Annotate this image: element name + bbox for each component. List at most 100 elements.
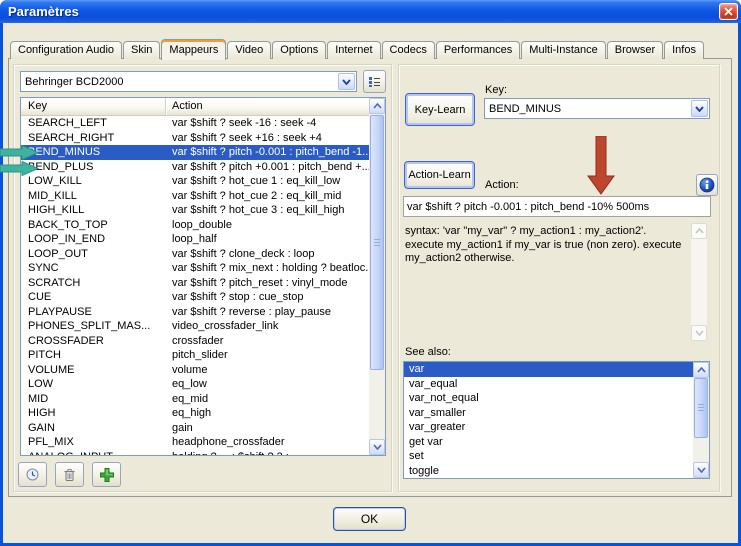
- row-action: var $shift ? pitch -0.001 : pitch_bend -…: [166, 145, 369, 160]
- column-header-key[interactable]: Key: [21, 98, 166, 115]
- teal-annotation-arrow: [0, 145, 39, 160]
- column-header-action[interactable]: Action: [166, 98, 369, 115]
- key-select[interactable]: BEND_MINUS: [484, 98, 710, 119]
- tab[interactable]: Internet: [327, 41, 380, 59]
- key-field-label: Key:: [485, 84, 507, 96]
- info-button[interactable]: [696, 174, 718, 196]
- table-row[interactable]: MID_KILL var $shift ? hot_cue 2 : eq_kil…: [21, 189, 369, 204]
- scrollbar-up-icon[interactable]: [369, 98, 385, 114]
- scrollbar-up-icon[interactable]: [693, 362, 709, 378]
- reset-mapping-button[interactable]: [18, 462, 47, 487]
- table-row[interactable]: BEND_MINUS var $shift ? pitch -0.001 : p…: [21, 145, 369, 160]
- scrollbar-thumb[interactable]: [694, 378, 708, 438]
- table-row[interactable]: BACK_TO_TOP loop_double: [21, 218, 369, 233]
- table-row[interactable]: SCRATCH var $shift ? pitch_reset : vinyl…: [21, 276, 369, 291]
- row-key: PFL_MIX: [21, 435, 166, 450]
- tab[interactable]: Browser: [607, 41, 663, 59]
- table-row[interactable]: BEND_PLUS var $shift ? pitch +0.001 : pi…: [21, 160, 369, 175]
- table-row[interactable]: PHONES_SPLIT_MAS... video_crossfader_lin…: [21, 319, 369, 334]
- table-row[interactable]: PLAYPAUSE var $shift ? reverse : play_pa…: [21, 305, 369, 320]
- row-action: var $shift ? pitch_reset : vinyl_mode: [166, 276, 369, 291]
- table-row[interactable]: HIGH eq_high: [21, 406, 369, 421]
- scrollbar-thumb[interactable]: [370, 115, 384, 370]
- tab[interactable]: Options: [272, 41, 326, 59]
- titlebar[interactable]: Paramètres: [0, 0, 741, 23]
- list-item[interactable]: var_equal: [404, 377, 693, 392]
- list-item-label: var: [409, 363, 424, 375]
- close-button[interactable]: [719, 3, 738, 20]
- key-learn-label: Key-Learn: [415, 104, 466, 116]
- tab[interactable]: Infos: [664, 41, 704, 59]
- scrollbar-down-icon[interactable]: [369, 439, 385, 455]
- device-select[interactable]: Behringer BCD2000: [20, 71, 357, 92]
- tab[interactable]: Configuration Audio: [10, 41, 122, 59]
- row-key: LOOP_IN_END: [21, 232, 166, 247]
- table-row[interactable]: CUE var $shift ? stop : cue_stop: [21, 290, 369, 305]
- tab-label: Performances: [444, 44, 512, 56]
- table-row[interactable]: SEARCH_LEFT var $shift ? seek -16 : seek…: [21, 116, 369, 131]
- action-input[interactable]: [403, 196, 711, 217]
- row-key: MID: [21, 392, 166, 407]
- table-row[interactable]: PFL_MIX headphone_crossfader: [21, 435, 369, 450]
- table-row[interactable]: SYNC var $shift ? mix_next : holding ? b…: [21, 261, 369, 276]
- row-action: video_crossfader_link: [166, 319, 369, 334]
- list-item[interactable]: set: [404, 449, 693, 464]
- table-row[interactable]: LOW_KILL var $shift ? hot_cue 1 : eq_kil…: [21, 174, 369, 189]
- list-item-label: var_smaller: [409, 407, 466, 419]
- row-key: ANALOG_INPUT: [21, 450, 166, 456]
- table-row[interactable]: LOW eq_low: [21, 377, 369, 392]
- row-key: SEARCH_RIGHT: [21, 131, 166, 146]
- list-item[interactable]: toggle: [404, 464, 693, 479]
- key-learn-button[interactable]: Key-Learn: [405, 93, 475, 126]
- chevron-down-icon[interactable]: [691, 100, 708, 117]
- tab-label: Codecs: [390, 44, 427, 56]
- action-learn-button[interactable]: Action-Learn: [404, 161, 475, 189]
- see-also-scrollbar[interactable]: [693, 362, 709, 478]
- ok-button[interactable]: OK: [333, 507, 406, 531]
- table-row[interactable]: CROSSFADER crossfader: [21, 334, 369, 349]
- list-item[interactable]: var_greater: [404, 420, 693, 435]
- scrollbar-down-icon[interactable]: [693, 462, 709, 478]
- table-row[interactable]: ANALOG_INPUT holding ? ... : $shift ? 2 …: [21, 450, 369, 456]
- row-action: var $shift ? hot_cue 2 : eq_kill_mid: [166, 189, 369, 204]
- row-action: var $shift ? seek +16 : seek +4: [166, 131, 369, 146]
- list-item-label: get var: [409, 436, 443, 448]
- tab[interactable]: Codecs: [382, 41, 435, 59]
- tab[interactable]: Mappeurs: [161, 39, 226, 60]
- row-action: crossfader: [166, 334, 369, 349]
- action-field-label: Action:: [485, 179, 519, 191]
- teal-annotation-arrow: [0, 161, 39, 176]
- table-row[interactable]: HIGH_KILL var $shift ? hot_cue 3 : eq_ki…: [21, 203, 369, 218]
- table-row[interactable]: VOLUME volume: [21, 363, 369, 378]
- tab[interactable]: Performances: [436, 41, 520, 59]
- table-row[interactable]: LOOP_OUT var $shift ? clone_deck : loop: [21, 247, 369, 262]
- table-row[interactable]: PITCH pitch_slider: [21, 348, 369, 363]
- tab[interactable]: Video: [227, 41, 271, 59]
- tab-label: Video: [235, 44, 263, 56]
- list-item[interactable]: var: [404, 362, 693, 377]
- key-action-list[interactable]: Key Action SEARCH_LEFT var $shift ? seek…: [20, 97, 386, 456]
- add-mapping-button[interactable]: [92, 462, 121, 487]
- key-select-value: BEND_MINUS: [485, 103, 690, 115]
- list-scrollbar[interactable]: [369, 98, 385, 455]
- row-action: loop_half: [166, 232, 369, 247]
- see-also-list[interactable]: var var_equal var_not_equal var_smaller …: [403, 361, 710, 479]
- tab[interactable]: Multi-Instance: [521, 41, 605, 59]
- red-annotation-arrow: [586, 136, 616, 196]
- tab-label: Internet: [335, 44, 372, 56]
- chevron-down-icon[interactable]: [338, 73, 355, 90]
- list-item-label: var_not_equal: [409, 392, 479, 404]
- row-key: MID_KILL: [21, 189, 166, 204]
- list-item[interactable]: get var: [404, 435, 693, 450]
- action-learn-label: Action-Learn: [408, 169, 470, 181]
- mapper-properties-button[interactable]: [363, 70, 386, 93]
- table-row[interactable]: MID eq_mid: [21, 392, 369, 407]
- list-item[interactable]: var_smaller: [404, 406, 693, 421]
- table-row[interactable]: LOOP_IN_END loop_half: [21, 232, 369, 247]
- delete-mapping-button[interactable]: [55, 462, 84, 487]
- row-action: var $shift ? mix_next : holding ? beatlo…: [166, 261, 369, 276]
- list-item[interactable]: var_not_equal: [404, 391, 693, 406]
- tab[interactable]: Skin: [123, 41, 160, 59]
- table-row[interactable]: SEARCH_RIGHT var $shift ? seek +16 : see…: [21, 131, 369, 146]
- table-row[interactable]: GAIN gain: [21, 421, 369, 436]
